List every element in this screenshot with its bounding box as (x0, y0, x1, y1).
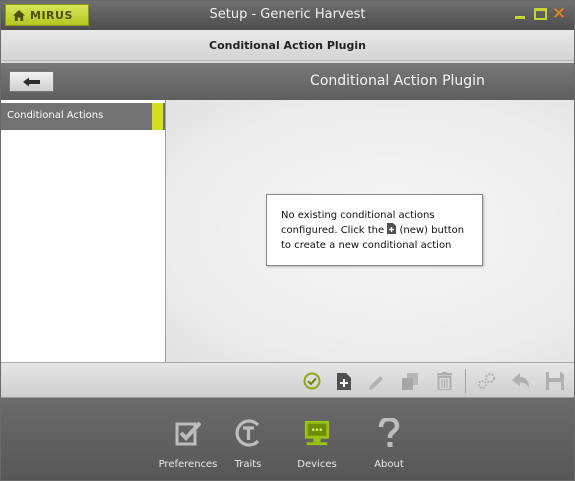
toolbar-divider (465, 369, 466, 393)
new-icon (387, 223, 397, 234)
subtitle-bar: Conditional Action Plugin (1, 30, 574, 61)
undo-icon (512, 373, 529, 388)
title-bar: MIRUS Setup - Generic Harvest ✕ (1, 1, 574, 30)
save-icon (546, 372, 564, 390)
sidebar: Conditional Actions (1, 100, 166, 362)
minimize-icon (515, 16, 525, 19)
app-window: MIRUS Setup - Generic Harvest ✕ Conditio… (0, 0, 575, 481)
page-subtitle: Conditional Action Plugin (209, 39, 366, 52)
nav-item-preferences[interactable]: Preferences (158, 418, 218, 470)
save-button[interactable] (544, 370, 566, 392)
edit-button[interactable] (366, 370, 388, 392)
maximize-button[interactable] (531, 5, 549, 23)
sidebar-item-conditional-actions[interactable]: Conditional Actions (1, 103, 165, 130)
message-line-3: to create a new conditional action (281, 240, 452, 251)
nav-label-traits: Traits (234, 459, 262, 470)
nav-item-traits[interactable]: Traits (218, 418, 278, 470)
device-icon (304, 420, 330, 446)
back-button[interactable] (9, 71, 54, 92)
message-line-1: No existing conditional actions (281, 210, 435, 221)
nav-label-devices: Devices (297, 459, 337, 470)
main-content: No existing conditional actions configur… (166, 100, 574, 362)
traits-icon (235, 419, 260, 447)
nav-label-about: About (374, 459, 404, 470)
window-title: Setup - Generic Harvest (209, 7, 366, 22)
minimize-button[interactable] (511, 5, 529, 23)
back-arrow-icon (22, 77, 40, 86)
maximize-icon (533, 8, 547, 20)
check-icon (303, 372, 321, 390)
checkbox-icon (175, 421, 201, 446)
new-button[interactable] (333, 370, 355, 392)
copy-icon (402, 372, 418, 390)
check-button[interactable] (301, 370, 323, 392)
undo-button[interactable] (510, 370, 532, 392)
message-line-2: configured. Click the (new) button (281, 223, 472, 238)
sidebar-item-label: Conditional Actions (7, 110, 104, 121)
new-icon (337, 372, 351, 390)
delete-icon (436, 372, 452, 390)
empty-state-message: No existing conditional actions configur… (266, 194, 483, 266)
copy-button[interactable] (399, 370, 421, 392)
nav-item-about[interactable]: About (359, 418, 419, 470)
bottom-navigation: Preferences Traits Devices About (1, 398, 574, 480)
nav-label-preferences: Preferences (158, 459, 218, 470)
settings-icon (478, 372, 496, 389)
close-button[interactable]: ✕ (550, 5, 568, 23)
nav-item-devices[interactable]: Devices (287, 418, 347, 470)
question-icon (378, 418, 400, 447)
close-icon: ✕ (551, 4, 567, 24)
action-toolbar (1, 362, 574, 398)
page-title: Conditional Action Plugin (310, 73, 485, 89)
settings-button[interactable] (476, 370, 498, 392)
message-line-2-start: configured. Click the (281, 225, 385, 236)
delete-button[interactable] (433, 370, 455, 392)
selection-indicator (152, 103, 163, 130)
header-bar: Conditional Action Plugin (1, 63, 574, 100)
edit-icon (369, 376, 383, 390)
message-line-2-end: (new) button (399, 225, 465, 236)
